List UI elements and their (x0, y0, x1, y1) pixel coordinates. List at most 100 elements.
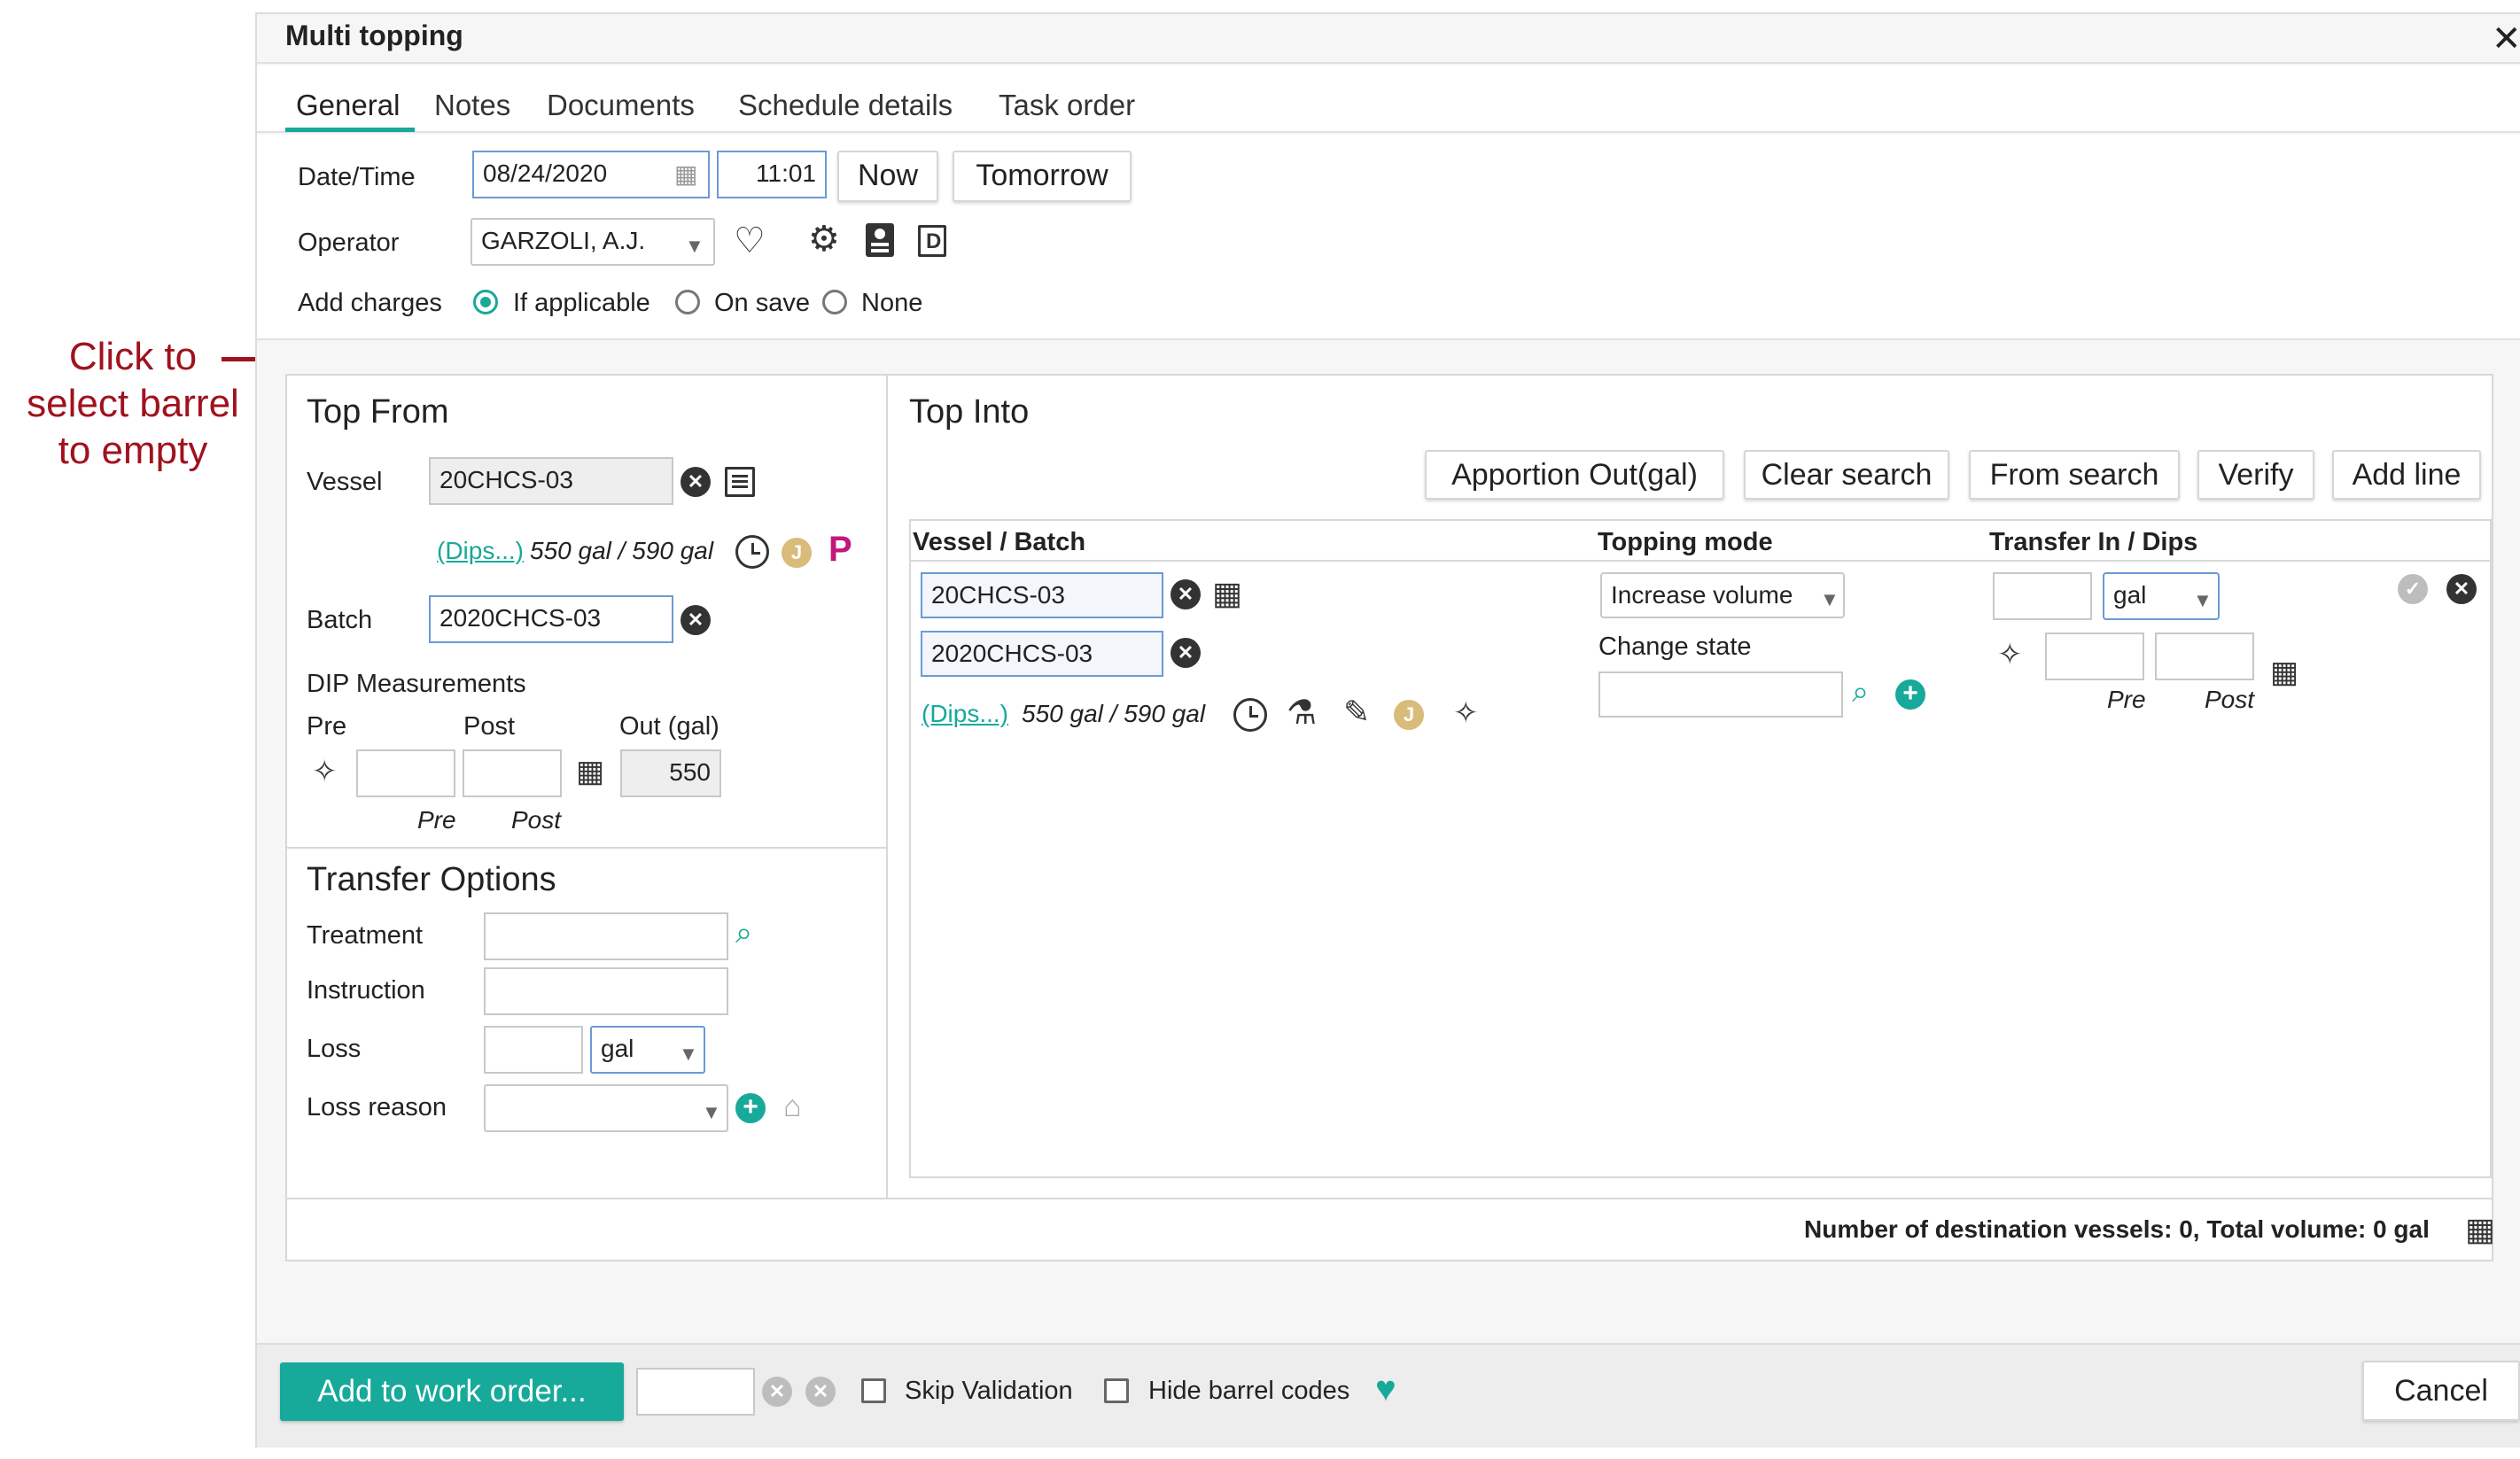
tab-task-order[interactable]: Task order (999, 89, 1135, 122)
time-input[interactable]: 11:01 (717, 151, 827, 198)
transfer-post-input[interactable] (2155, 632, 2254, 680)
annotation-line-3: to empty (58, 429, 208, 472)
contact-card-icon[interactable] (866, 223, 894, 257)
tab-documents[interactable]: Documents (547, 89, 695, 122)
treatment-input[interactable] (484, 912, 728, 960)
from-batch-input[interactable]: 2020CHCS-03 (429, 595, 673, 643)
chevron-down-icon: ▼ (685, 235, 704, 257)
transfer-post-caption: Post (2205, 686, 2255, 713)
annotation-line-2: select barrel (27, 382, 239, 425)
dialog-title: Multi topping (285, 19, 463, 51)
calendar-icon[interactable]: ▦ (674, 162, 697, 187)
transfer-unit-select[interactable]: gal ▼ (2103, 572, 2220, 620)
instruction-input[interactable] (484, 967, 728, 1015)
change-state-search-icon[interactable]: ⌕ (1852, 677, 1869, 707)
hide-barrel-codes-checkbox[interactable] (1104, 1378, 1129, 1403)
add-to-work-order-button[interactable]: Add to work order... (280, 1362, 624, 1421)
close-icon[interactable]: ✕ (2492, 21, 2520, 57)
remove-line-icon[interactable]: ✕ (2446, 574, 2477, 604)
out-gal-input[interactable]: 550 (620, 749, 721, 797)
add-loss-reason-icon[interactable]: + (735, 1093, 766, 1123)
col-vessel-batch: Vessel / Batch (913, 528, 1086, 556)
bank-icon[interactable]: ⌂ (783, 1091, 802, 1121)
now-button[interactable]: Now (837, 151, 938, 202)
chevron-down-icon: ▼ (1820, 588, 1839, 610)
verify-check-icon[interactable]: ✓ (2398, 574, 2428, 604)
pre-caption: Pre (417, 806, 456, 834)
work-order-input[interactable] (636, 1368, 755, 1416)
calculator-icon[interactable]: ▦ (576, 757, 604, 787)
transfer-in-input[interactable] (1993, 572, 2092, 620)
into-batch-value: 2020CHCS-03 (931, 640, 1093, 667)
charges-if-applicable-radio[interactable] (473, 290, 498, 314)
flask-icon[interactable]: ⚗ (1287, 696, 1317, 730)
verify-button[interactable]: Verify (2197, 450, 2314, 500)
charges-on-save-radio[interactable] (675, 290, 700, 314)
transfer-pre-input[interactable] (2045, 632, 2144, 680)
active-tab-indicator (285, 128, 415, 132)
history-clock-icon[interactable] (735, 535, 769, 569)
pre-dip-input[interactable] (356, 749, 455, 797)
annotation-callout: Click to select barrel to empty (0, 333, 266, 474)
into-batch-input[interactable]: 2020CHCS-03 (921, 631, 1163, 677)
topping-mode-select[interactable]: Increase volume ▼ (1600, 572, 1845, 618)
into-dips-link[interactable]: (Dips...) (922, 700, 1008, 728)
clear-batch-icon[interactable]: ✕ (681, 605, 711, 635)
treatment-search-icon[interactable]: ⌕ (735, 918, 752, 948)
into-magic-wand-icon[interactable]: ✧ (1453, 698, 1479, 728)
pencil-icon[interactable]: ✎ (1343, 696, 1370, 728)
into-vessel-input[interactable]: 20CHCS-03 (921, 572, 1163, 618)
top-into-heading: Top Into (909, 393, 1030, 431)
from-search-button[interactable]: From search (1969, 450, 2180, 500)
from-batch-value: 2020CHCS-03 (439, 604, 602, 632)
transfer-calculator-icon[interactable]: ▦ (2270, 657, 2298, 687)
transfer-magic-wand-icon[interactable]: ✧ (1997, 640, 2023, 670)
destination-summary: Number of destination vessels: 0, Total … (1804, 1215, 2430, 1243)
clear-work-order-icon[interactable]: ✕ (762, 1377, 792, 1407)
tab-general[interactable]: General (296, 89, 400, 122)
favorite-heart-icon[interactable]: ♡ (734, 223, 766, 259)
barrel-map-icon[interactable]: ▦ (1212, 578, 1242, 609)
apportion-out-button[interactable]: Apportion Out(gal) (1425, 450, 1724, 500)
loss-input[interactable] (484, 1026, 583, 1074)
charges-if-applicable-label: If applicable (513, 289, 650, 317)
add-change-state-icon[interactable]: + (1895, 679, 1925, 710)
from-vessel-input[interactable]: 20CHCS-03 (429, 457, 673, 505)
summary-calculator-icon[interactable]: ▦ (2465, 1214, 2495, 1246)
clear-into-vessel-icon[interactable]: ✕ (1171, 579, 1201, 609)
gear-icon[interactable]: ⚙ (808, 221, 840, 257)
loss-unit-select[interactable]: gal ▼ (590, 1026, 705, 1074)
clear-vessel-icon[interactable]: ✕ (681, 467, 711, 497)
loss-label: Loss (307, 1035, 362, 1063)
date-input[interactable]: 08/24/2020 ▦ (472, 151, 710, 198)
j-badge-icon: J (782, 538, 812, 568)
cancel-button[interactable]: Cancel (2362, 1361, 2520, 1421)
skip-validation-checkbox[interactable] (861, 1378, 886, 1403)
tab-notes[interactable]: Notes (434, 89, 510, 122)
clear-search-button[interactable]: Clear search (1744, 450, 1949, 500)
tomorrow-button[interactable]: Tomorrow (953, 151, 1132, 202)
clear-into-batch-icon[interactable]: ✕ (1171, 638, 1201, 668)
post-dip-input[interactable] (463, 749, 562, 797)
tab-schedule-details[interactable]: Schedule details (738, 89, 953, 122)
favorite-heart-icon[interactable]: ♥ (1375, 1371, 1396, 1407)
select-barrel-list-icon[interactable] (725, 467, 755, 497)
hide-barrel-codes-label: Hide barrel codes (1148, 1377, 1350, 1405)
change-state-input[interactable] (1598, 671, 1843, 718)
charges-none-radio[interactable] (822, 290, 847, 314)
batch-label: Batch (307, 606, 373, 634)
document-d-icon[interactable]: D (918, 225, 946, 257)
add-line-button[interactable]: Add line (2332, 450, 2481, 500)
out-gal-label: Out (gal) (619, 712, 719, 741)
cancel-work-order-icon[interactable]: ✕ (805, 1377, 836, 1407)
chevron-down-icon: ▼ (2193, 589, 2213, 611)
summary-divider (287, 1198, 2492, 1199)
into-history-clock-icon[interactable] (1233, 698, 1267, 732)
operator-select[interactable]: GARZOLI, A.J. ▼ (471, 218, 715, 266)
vessel-label: Vessel (307, 468, 383, 496)
chevron-down-icon: ▼ (702, 1101, 721, 1123)
loss-reason-select[interactable]: ▼ (484, 1084, 728, 1132)
out-gal-value: 550 (669, 758, 711, 786)
magic-wand-icon[interactable]: ✧ (312, 757, 338, 787)
from-dips-link[interactable]: (Dips...) (437, 537, 524, 565)
